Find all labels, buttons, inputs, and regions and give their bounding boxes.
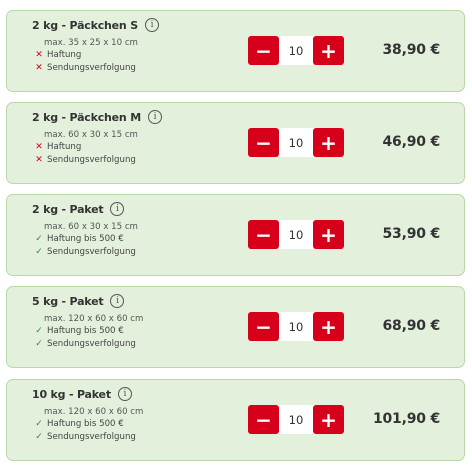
product-card: 2 kg - Päckchen S i max. 35 x 25 x 10 cm… [6, 10, 465, 92]
increment-button[interactable]: + [313, 220, 344, 249]
quantity-stepper: − 10 + [248, 36, 344, 65]
quantity-input[interactable]: 10 [279, 36, 313, 65]
check-icon: ✓ [35, 432, 43, 442]
decrement-button[interactable]: − [248, 405, 279, 434]
feature-tracking: ✕ Sendungsverfolgung [34, 155, 136, 165]
quantity-stepper: − 10 + [248, 405, 344, 434]
product-dimensions: max. 60 x 30 x 15 cm [44, 222, 138, 232]
feature-label: Haftung [47, 142, 82, 152]
product-title: 10 kg - Paket [32, 387, 111, 401]
cross-icon: ✕ [35, 155, 43, 165]
info-icon[interactable]: i [144, 18, 159, 32]
decrement-button[interactable]: − [248, 36, 279, 65]
feature-label: Haftung bis 500 € [47, 234, 124, 244]
info-icon[interactable]: i [147, 110, 162, 124]
check-icon: ✓ [35, 326, 43, 336]
cross-icon: ✕ [35, 63, 43, 73]
product-card: 5 kg - Paket i max. 120 x 60 x 60 cm ✓ H… [6, 286, 465, 368]
product-title: 2 kg - Päckchen M [32, 110, 141, 124]
feature-label: Sendungsverfolgung [47, 155, 136, 165]
feature-label: Sendungsverfolgung [47, 63, 136, 73]
decrement-button[interactable]: − [248, 220, 279, 249]
product-title: 2 kg - Paket [32, 202, 104, 216]
info-icon[interactable]: i [117, 387, 132, 401]
check-icon: ✓ [35, 419, 43, 429]
quantity-input[interactable]: 10 [279, 128, 313, 157]
increment-button[interactable]: + [313, 36, 344, 65]
product-price: 101,90 € [372, 411, 440, 427]
product-price: 68,90 € [382, 318, 441, 334]
decrement-button[interactable]: − [248, 128, 279, 157]
increment-button[interactable]: + [313, 128, 344, 157]
feature-tracking: ✕ Sendungsverfolgung [34, 63, 136, 73]
cross-icon: ✕ [35, 50, 43, 60]
feature-tracking: ✓ Sendungsverfolgung [34, 247, 136, 257]
quantity-input[interactable]: 10 [279, 220, 313, 249]
feature-liability: ✓ Haftung bis 500 € [34, 419, 124, 429]
increment-button[interactable]: + [313, 405, 344, 434]
product-card: 2 kg - Päckchen M i max. 60 x 30 x 15 cm… [6, 102, 465, 184]
feature-label: Haftung bis 500 € [47, 419, 124, 429]
product-list: 2 kg - Päckchen S i max. 35 x 25 x 10 cm… [0, 0, 472, 468]
feature-label: Sendungsverfolgung [47, 339, 136, 349]
check-icon: ✓ [35, 247, 43, 257]
product-title: 5 kg - Paket [32, 294, 104, 308]
quantity-stepper: − 10 + [248, 128, 344, 157]
product-title: 2 kg - Päckchen S [32, 18, 138, 32]
product-price: 38,90 € [382, 42, 441, 58]
feature-liability: ✕ Haftung [34, 50, 81, 60]
feature-liability: ✓ Haftung bis 500 € [34, 234, 124, 244]
decrement-button[interactable]: − [248, 312, 279, 341]
product-dimensions: max. 35 x 25 x 10 cm [44, 38, 138, 48]
feature-tracking: ✓ Sendungsverfolgung [34, 339, 136, 349]
quantity-stepper: − 10 + [248, 312, 344, 341]
product-dimensions: max. 120 x 60 x 60 cm [44, 314, 144, 324]
increment-button[interactable]: + [313, 312, 344, 341]
quantity-input[interactable]: 10 [279, 405, 313, 434]
product-dimensions: max. 120 x 60 x 60 cm [44, 407, 144, 417]
product-price: 46,90 € [382, 134, 441, 150]
feature-label: Sendungsverfolgung [47, 247, 136, 257]
info-icon[interactable]: i [110, 202, 125, 216]
feature-liability: ✕ Haftung [34, 142, 81, 152]
quantity-stepper: − 10 + [248, 220, 344, 249]
cross-icon: ✕ [35, 142, 43, 152]
feature-liability: ✓ Haftung bis 500 € [34, 326, 124, 336]
product-card: 2 kg - Paket i max. 60 x 30 x 15 cm ✓ Ha… [6, 194, 465, 276]
check-icon: ✓ [35, 234, 43, 244]
feature-label: Sendungsverfolgung [47, 432, 136, 442]
feature-label: Haftung bis 500 € [47, 326, 124, 336]
product-dimensions: max. 60 x 30 x 15 cm [44, 130, 138, 140]
quantity-input[interactable]: 10 [279, 312, 313, 341]
feature-label: Haftung [47, 50, 82, 60]
info-icon[interactable]: i [110, 294, 125, 308]
product-card: 10 kg - Paket i max. 120 x 60 x 60 cm ✓ … [6, 379, 465, 461]
feature-tracking: ✓ Sendungsverfolgung [34, 432, 136, 442]
check-icon: ✓ [35, 339, 43, 349]
product-price: 53,90 € [382, 226, 441, 242]
